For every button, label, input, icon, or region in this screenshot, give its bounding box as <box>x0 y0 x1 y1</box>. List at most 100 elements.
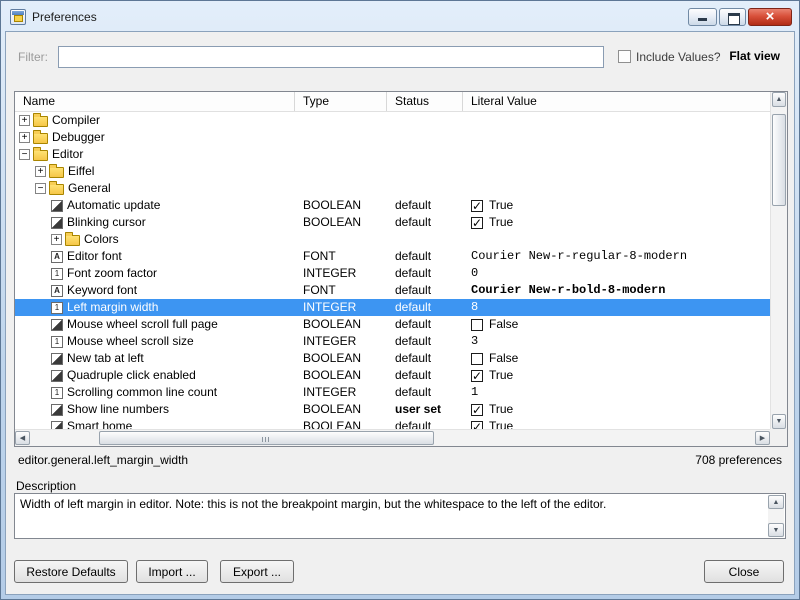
value-text: 8 <box>471 299 478 316</box>
tree-row[interactable]: Left margin widthINTEGERdefault8 <box>15 299 770 316</box>
int-pref-icon <box>51 387 63 399</box>
pref-name: Debugger <box>52 129 105 146</box>
vertical-scrollbar[interactable] <box>770 92 787 429</box>
expand-icon[interactable]: + <box>19 115 30 126</box>
bool-pref-icon <box>51 200 63 212</box>
import-button[interactable]: Import ... <box>136 560 208 583</box>
pref-name: Show line numbers <box>67 401 169 418</box>
folder-icon <box>33 133 48 144</box>
dialog-client-area: Filter: Include Values? Flat view Name T… <box>5 31 795 595</box>
value-checkbox[interactable] <box>471 353 483 365</box>
vertical-scrollbar-thumb[interactable] <box>772 114 786 206</box>
tree-row[interactable]: Editor fontFONTdefaultCourier New-r-regu… <box>15 248 770 265</box>
value-checkbox[interactable] <box>471 370 483 382</box>
window-controls <box>688 8 792 26</box>
scroll-right-icon[interactable] <box>755 431 770 445</box>
description-scroll-down-icon[interactable] <box>768 523 784 537</box>
value-checkbox[interactable] <box>471 200 483 212</box>
pref-name: Editor font <box>67 248 122 265</box>
tree-row[interactable]: +Colors <box>15 231 770 248</box>
scroll-down-icon[interactable] <box>772 414 786 429</box>
tree-row[interactable]: −Editor <box>15 146 770 163</box>
tree-row[interactable]: New tab at leftBOOLEANdefaultFalse <box>15 350 770 367</box>
bool-pref-icon <box>51 319 63 331</box>
pref-name: Eiffel <box>68 163 94 180</box>
horizontal-scrollbar-thumb[interactable] <box>99 431 434 445</box>
column-header-name[interactable]: Name <box>15 92 295 111</box>
pref-name: Compiler <box>52 112 100 129</box>
expand-icon[interactable]: + <box>35 166 46 177</box>
tree-row[interactable]: + Debugger <box>15 129 770 146</box>
pref-type <box>295 112 387 129</box>
pref-type: BOOLEAN <box>295 418 387 429</box>
filter-input[interactable] <box>58 46 604 68</box>
pref-status: default <box>387 282 463 299</box>
pref-type: BOOLEAN <box>295 401 387 418</box>
pref-status <box>387 112 463 129</box>
description-text: Width of left margin in editor. Note: th… <box>20 497 763 512</box>
tree-row[interactable]: Mouse wheel scroll full pageBOOLEANdefau… <box>15 316 770 333</box>
pref-status: default <box>387 316 463 333</box>
value-checkbox[interactable] <box>471 421 483 430</box>
expand-icon[interactable]: + <box>51 234 62 245</box>
bool-pref-icon <box>51 217 63 229</box>
pref-name: New tab at left <box>67 350 144 367</box>
scroll-left-icon[interactable] <box>15 431 30 445</box>
column-header-literal-value[interactable]: Literal Value <box>463 92 770 111</box>
tree-row[interactable]: Smart homeBOOLEANdefaultTrue <box>15 418 770 429</box>
tree-header: Name Type Status Literal Value <box>15 92 770 112</box>
value-checkbox[interactable] <box>471 404 483 416</box>
column-header-type[interactable]: Type <box>295 92 387 111</box>
value-text: 3 <box>471 333 478 350</box>
pref-status: default <box>387 384 463 401</box>
collapse-icon[interactable]: − <box>19 149 30 160</box>
tree-row[interactable]: Quadruple click enabledBOOLEANdefaultTru… <box>15 367 770 384</box>
pref-value: Courier New-r-bold-8-modern <box>463 282 770 299</box>
folder-icon <box>49 167 64 178</box>
tree-row[interactable]: Mouse wheel scroll sizeINTEGERdefault3 <box>15 333 770 350</box>
tree-row[interactable]: −General <box>15 180 770 197</box>
scroll-up-icon[interactable] <box>772 92 786 107</box>
value-checkbox[interactable] <box>471 319 483 331</box>
flat-view-button[interactable]: Flat view <box>729 49 780 63</box>
description-scroll-up-icon[interactable] <box>768 495 784 509</box>
bool-pref-icon <box>51 370 63 382</box>
include-values-checkbox[interactable] <box>618 50 631 63</box>
pref-type: INTEGER <box>295 265 387 282</box>
pref-type: BOOLEAN <box>295 367 387 384</box>
tree-row[interactable]: Scrolling common line countINTEGERdefaul… <box>15 384 770 401</box>
pref-status <box>387 129 463 146</box>
maximize-button[interactable] <box>719 8 746 26</box>
pref-type: BOOLEAN <box>295 214 387 231</box>
close-button[interactable]: Close <box>704 560 784 583</box>
int-pref-icon <box>51 268 63 280</box>
font-pref-icon <box>51 285 63 297</box>
minimize-button[interactable] <box>688 8 717 26</box>
tree-row[interactable]: Show line numbers BOOLEANuser set True <box>15 401 770 418</box>
preferences-icon <box>10 9 26 25</box>
pref-status: user set <box>387 401 463 418</box>
tree-row[interactable]: Keyword fontFONTdefaultCourier New-r-bol… <box>15 282 770 299</box>
value-checkbox[interactable] <box>471 217 483 229</box>
value-label: True <box>489 401 513 418</box>
pref-value <box>463 163 770 180</box>
folder-icon <box>33 150 48 161</box>
tree-row[interactable]: Blinking cursorBOOLEANdefaultTrue <box>15 214 770 231</box>
restore-defaults-button[interactable]: Restore Defaults <box>14 560 128 583</box>
horizontal-scrollbar[interactable] <box>15 429 770 446</box>
tree-row[interactable]: Automatic updateBOOLEANdefaultTrue <box>15 197 770 214</box>
description-scrollbar[interactable] <box>768 495 784 537</box>
int-pref-icon <box>51 302 63 314</box>
collapse-icon[interactable]: − <box>35 183 46 194</box>
tree-row[interactable]: + Eiffel <box>15 163 770 180</box>
column-header-status[interactable]: Status <box>387 92 463 111</box>
pref-type: BOOLEAN <box>295 197 387 214</box>
close-window-button[interactable] <box>748 8 792 26</box>
expand-icon[interactable]: + <box>19 132 30 143</box>
tree-row[interactable]: Font zoom factorINTEGERdefault0 <box>15 265 770 282</box>
tree-row[interactable]: + Compiler <box>15 112 770 129</box>
export-button[interactable]: Export ... <box>220 560 294 583</box>
pref-status: default <box>387 265 463 282</box>
pref-type: BOOLEAN <box>295 316 387 333</box>
pref-value: 1 <box>463 384 770 401</box>
